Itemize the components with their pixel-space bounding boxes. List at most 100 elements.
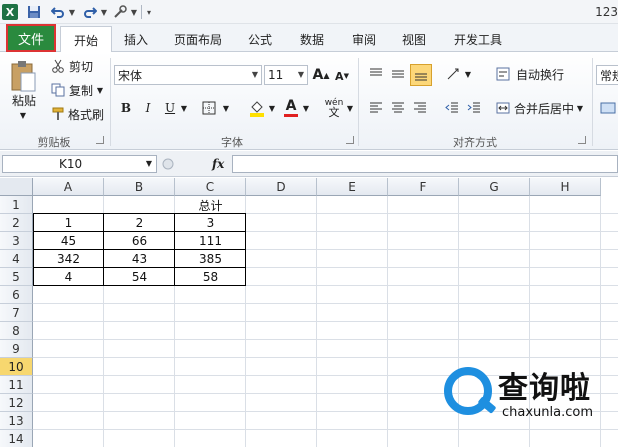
- font-color-button[interactable]: A: [282, 96, 300, 118]
- row-header-14[interactable]: 14: [0, 430, 33, 447]
- column-header-g[interactable]: G: [459, 178, 530, 196]
- tool-icon[interactable]: [112, 3, 128, 21]
- cell-c1[interactable]: 总计: [175, 196, 246, 214]
- paste-button[interactable]: 粘贴: [4, 92, 44, 108]
- column-header-h[interactable]: H: [530, 178, 601, 196]
- redo-icon[interactable]: [82, 3, 98, 21]
- row-header-3[interactable]: 3: [0, 232, 33, 250]
- row-header-8[interactable]: 8: [0, 322, 33, 340]
- align-bottom-icon[interactable]: [410, 64, 432, 86]
- align-right-icon[interactable]: [410, 98, 430, 118]
- copy-dropdown-icon[interactable]: ▼: [96, 82, 104, 98]
- column-header-a[interactable]: A: [33, 178, 104, 196]
- save-icon[interactable]: [26, 3, 42, 21]
- row-header-12[interactable]: 12: [0, 394, 33, 412]
- number-format-select[interactable]: 常规: [596, 65, 618, 85]
- cell-a3[interactable]: 45: [33, 232, 104, 250]
- align-top-icon[interactable]: [366, 64, 386, 84]
- format-painter-button[interactable]: 格式刷: [66, 106, 106, 122]
- align-left-icon[interactable]: [366, 98, 386, 118]
- copy-button[interactable]: 复制: [66, 82, 96, 98]
- align-center-icon[interactable]: [388, 98, 408, 118]
- phonetic-button[interactable]: wén 文: [322, 96, 346, 120]
- row-header-9[interactable]: 9: [0, 340, 33, 358]
- borders-icon[interactable]: [198, 98, 220, 118]
- decrease-indent-icon[interactable]: [442, 98, 462, 118]
- name-box[interactable]: K10 ▼: [2, 155, 157, 173]
- column-header-b[interactable]: B: [104, 178, 175, 196]
- align-middle-icon[interactable]: [388, 64, 408, 84]
- column-header-d[interactable]: D: [246, 178, 317, 196]
- cell-c5[interactable]: 58: [175, 268, 246, 286]
- merge-dropdown-icon[interactable]: ▼: [576, 98, 584, 118]
- cell-a5[interactable]: 4: [33, 268, 104, 286]
- undo-icon[interactable]: [50, 3, 66, 21]
- borders-dropdown-icon[interactable]: ▼: [222, 98, 230, 118]
- tab-page-layout[interactable]: 页面布局: [166, 28, 230, 50]
- cut-button[interactable]: 剪切: [66, 58, 96, 74]
- row-header-2[interactable]: 2: [0, 214, 33, 232]
- orientation-dropdown-icon[interactable]: ▼: [464, 64, 472, 84]
- row-header-10[interactable]: 10: [0, 358, 33, 376]
- currency-format-icon[interactable]: [598, 98, 618, 118]
- font-color-dropdown-icon[interactable]: ▼: [302, 98, 310, 118]
- orientation-icon[interactable]: [444, 64, 464, 84]
- row-header-11[interactable]: 11: [0, 376, 33, 394]
- cell-a2[interactable]: 1: [33, 214, 104, 232]
- column-header-f[interactable]: F: [388, 178, 459, 196]
- customize-toolbar-icon[interactable]: ▾: [144, 3, 154, 21]
- font-name-select[interactable]: 宋体 ▼: [114, 65, 262, 85]
- cell-b5[interactable]: 54: [104, 268, 175, 286]
- fill-color-icon[interactable]: [246, 98, 268, 118]
- tab-home[interactable]: 开始: [60, 26, 112, 53]
- font-launcher-icon[interactable]: [346, 136, 354, 144]
- undo-dropdown-icon[interactable]: ▼: [68, 3, 76, 21]
- clipboard-launcher-icon[interactable]: [96, 136, 104, 144]
- shrink-font-button[interactable]: A ▼: [334, 67, 350, 85]
- italic-button[interactable]: I: [140, 98, 156, 118]
- fx-button[interactable]: fx: [212, 157, 224, 171]
- phonetic-char: 文: [328, 106, 340, 119]
- row-header-4[interactable]: 4: [0, 250, 33, 268]
- row-header-5[interactable]: 5: [0, 268, 33, 286]
- wrap-text-button[interactable]: 自动换行: [512, 64, 568, 84]
- tab-review[interactable]: 审阅: [344, 28, 384, 50]
- underline-dropdown-icon[interactable]: ▼: [180, 98, 188, 118]
- row-header-6[interactable]: 6: [0, 286, 33, 304]
- excel-icon[interactable]: X: [2, 4, 18, 20]
- row-header-7[interactable]: 7: [0, 304, 33, 322]
- font-size-select[interactable]: 11 ▼: [264, 65, 308, 85]
- tab-developer[interactable]: 开发工具: [446, 28, 510, 50]
- alignment-launcher-icon[interactable]: [578, 136, 586, 144]
- redo-dropdown-icon[interactable]: ▼: [100, 3, 108, 21]
- select-all-corner[interactable]: [0, 178, 33, 196]
- row-header-1[interactable]: 1: [0, 196, 33, 214]
- paste-dropdown-icon[interactable]: ▼: [18, 110, 28, 120]
- tab-data[interactable]: 数据: [292, 28, 332, 50]
- column-header-e[interactable]: E: [317, 178, 388, 196]
- cell-b4[interactable]: 43: [104, 250, 175, 268]
- tool-dropdown-icon[interactable]: ▼: [130, 3, 138, 21]
- column-header-c[interactable]: C: [175, 178, 246, 196]
- grid-line: [33, 303, 618, 304]
- underline-button[interactable]: U: [162, 98, 178, 118]
- cell-b2[interactable]: 2: [104, 214, 175, 232]
- grow-font-button[interactable]: A ▲: [312, 65, 330, 85]
- tab-insert[interactable]: 插入: [116, 28, 156, 50]
- cell-c2[interactable]: 3: [175, 214, 246, 232]
- increase-indent-icon[interactable]: [464, 98, 484, 118]
- row-header-13[interactable]: 13: [0, 412, 33, 430]
- cell-c4[interactable]: 385: [175, 250, 246, 268]
- formula-input[interactable]: [232, 155, 618, 173]
- fill-dropdown-icon[interactable]: ▼: [268, 98, 276, 118]
- cell-b3[interactable]: 66: [104, 232, 175, 250]
- tab-formulas[interactable]: 公式: [240, 28, 280, 50]
- tab-view[interactable]: 视图: [394, 28, 434, 50]
- phonetic-dropdown-icon[interactable]: ▼: [346, 98, 354, 118]
- bold-button[interactable]: B: [118, 98, 134, 118]
- paste-icon[interactable]: [8, 58, 38, 94]
- tab-file[interactable]: 文件: [6, 24, 56, 52]
- cell-c3[interactable]: 111: [175, 232, 246, 250]
- merge-center-button[interactable]: 合并后居中: [512, 98, 576, 118]
- cell-a4[interactable]: 342: [33, 250, 104, 268]
